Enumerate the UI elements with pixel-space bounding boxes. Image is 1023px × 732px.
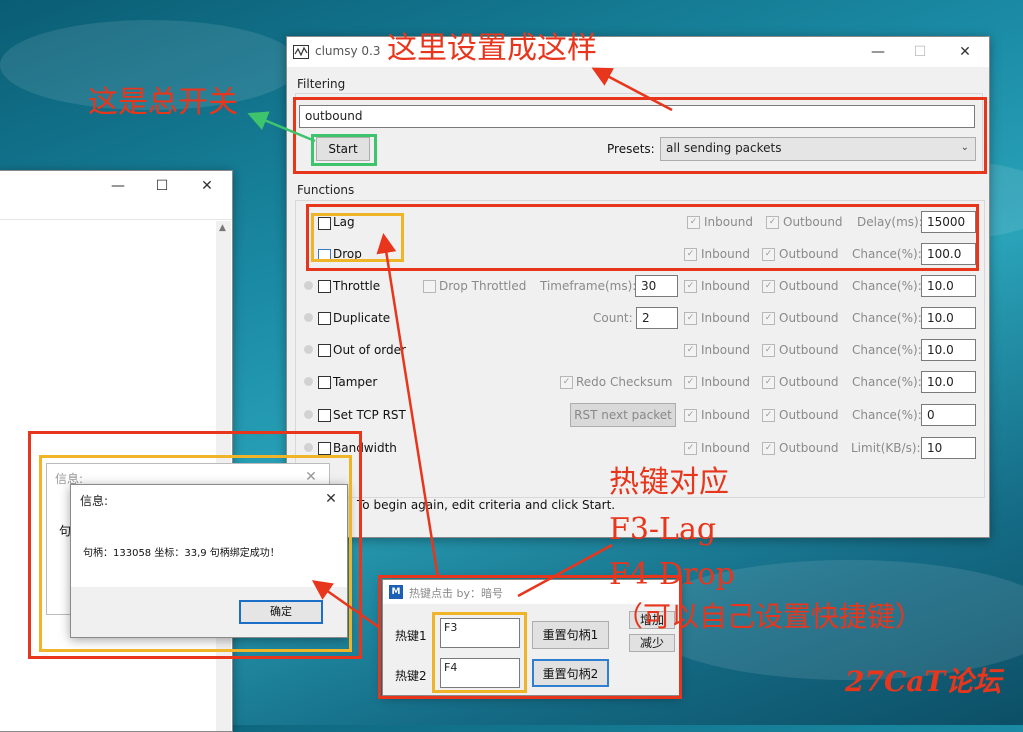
annotation-f3: F3-Lag: [609, 512, 717, 547]
annotation-master-switch: 这是总开关: [88, 85, 238, 120]
watermark: 27CaT论坛: [845, 665, 1002, 698]
arrow-to-master-switch: [247, 111, 316, 143]
arrow-to-dialog: [311, 580, 381, 630]
arrow-to-title: [591, 67, 673, 112]
arrow-to-lag-drop: [376, 233, 440, 579]
annotation-hotkey-map: 热键对应: [609, 465, 729, 500]
annotation-custom-hotkey: （可以自己设置快捷键）: [615, 600, 924, 633]
annotation-f4: F4-Drop: [609, 557, 735, 592]
arrow-to-hotkey-text: [517, 543, 613, 598]
annotation-set-like-this: 这里设置成这样: [387, 31, 597, 66]
